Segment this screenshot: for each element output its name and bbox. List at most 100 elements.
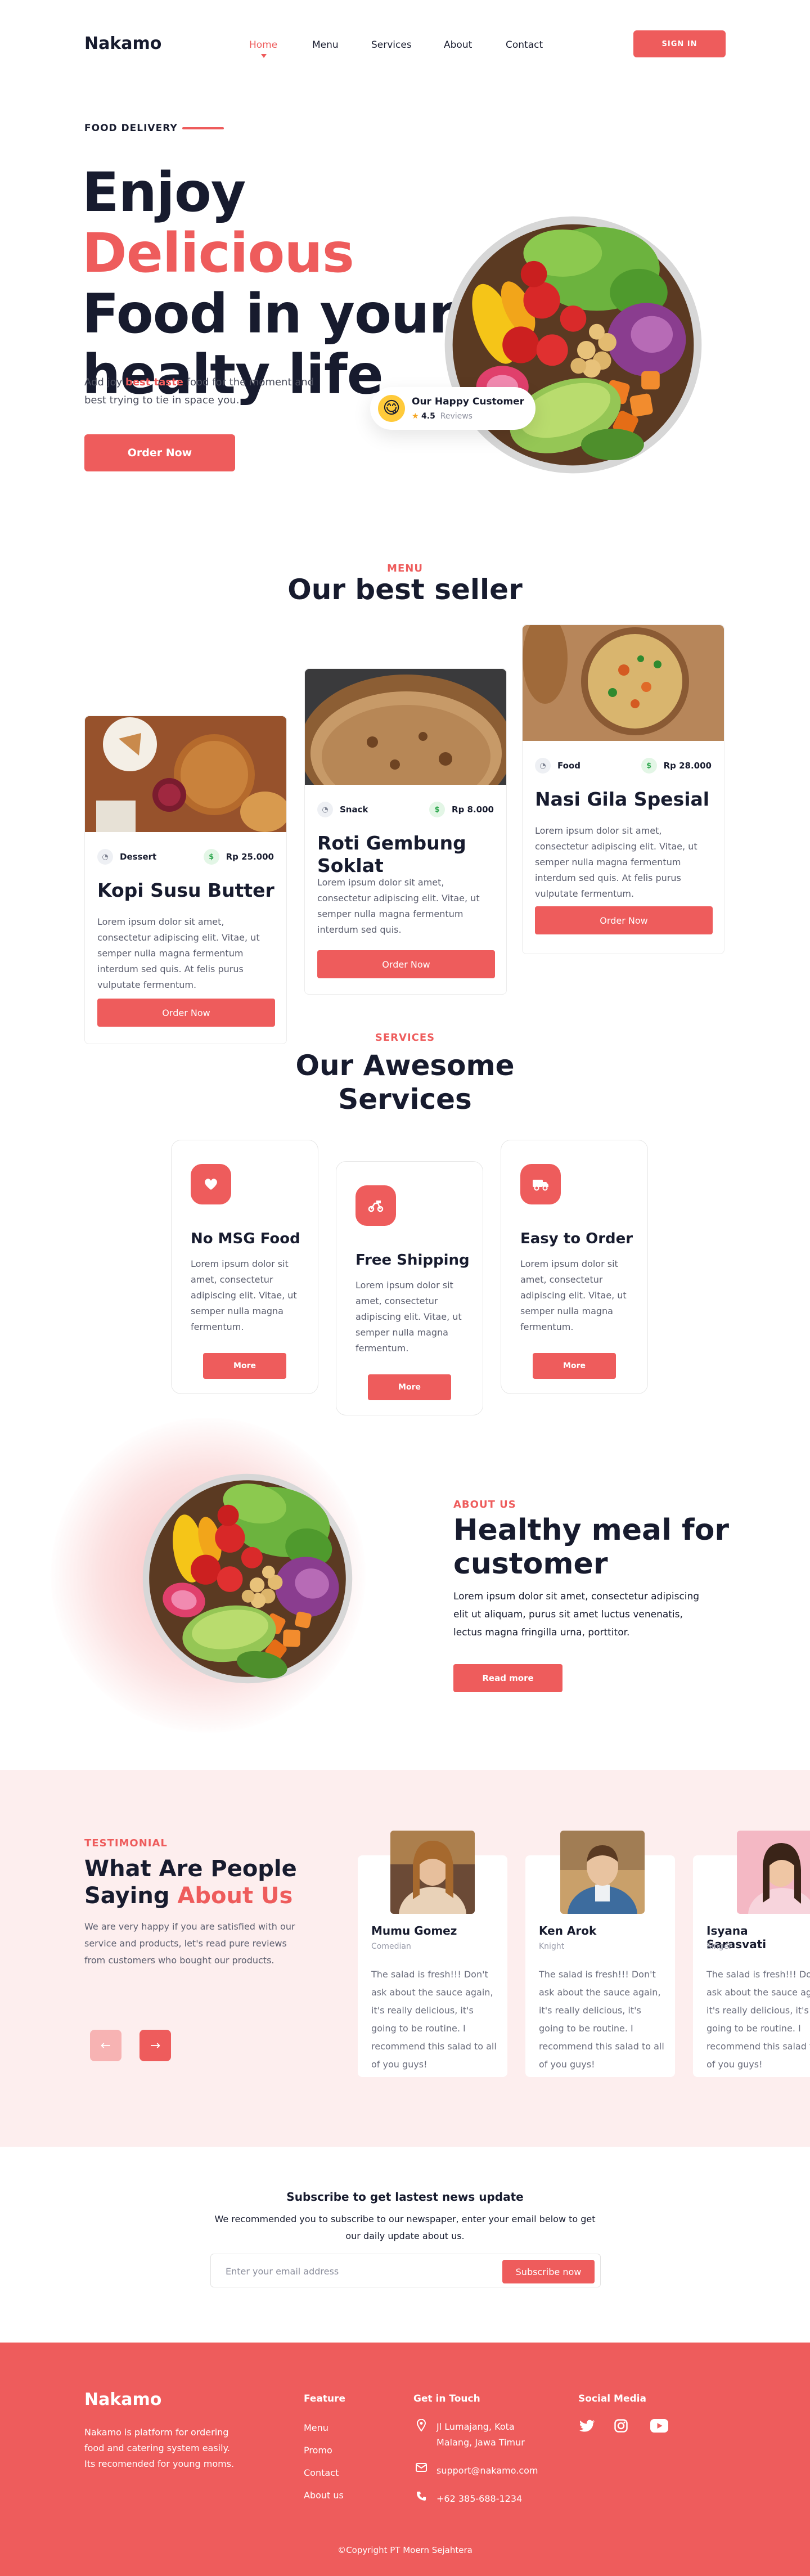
testimonial-card-partial: Isyana Sarasvati Singer The salad is fre… — [693, 1831, 810, 2077]
footer-logo[interactable]: Nakamo — [84, 2390, 161, 2409]
footer-feature-title: Feature — [304, 2393, 346, 2404]
about-description: Lorem ipsum dolor sit amet, consectetur … — [453, 1591, 700, 1638]
avatar — [560, 1831, 645, 1914]
next-arrow-button[interactable]: → — [140, 2030, 171, 2061]
eyebrow-divider — [182, 127, 224, 129]
testimonial-title: What Are People Saying About Us — [84, 1855, 321, 1909]
subscribe-button[interactable]: Subscribe now — [502, 2260, 595, 2283]
rating-label: Reviews — [440, 412, 472, 421]
testimonial-role: Singer — [706, 1942, 732, 1951]
order-now-button[interactable]: Order Now — [317, 950, 495, 978]
service-card-free-shipping: Free Shipping Lorem ipsum dolor sit amet… — [336, 1161, 483, 1415]
testimonial-card: Ken Arok Knight The salad is fresh!!! Do… — [525, 1831, 675, 2077]
category-icon: ◔ — [97, 849, 113, 865]
menu-category-label: Dessert — [120, 852, 157, 862]
menu-item-name: Roti Gembung Soklat — [317, 832, 466, 876]
money-icon: $ — [429, 802, 446, 817]
testimonial-name: Mumu Gomez — [371, 1924, 457, 1937]
footer-link-about[interactable]: About us — [304, 2490, 344, 2501]
hero-order-now-button[interactable]: Order Now — [84, 434, 235, 471]
nav-about[interactable]: About — [444, 39, 472, 51]
hero-description: Add joy best taste food for the moment a… — [84, 374, 321, 410]
star-icon: ★ — [412, 412, 419, 421]
phone-text: +62 385-688-1234 — [436, 2493, 523, 2504]
footer-link-contact[interactable]: Contact — [304, 2467, 339, 2478]
menu-price-label: Rp 8.000 — [452, 804, 494, 815]
happy-customer-card: 😋 Our Happy Customer ★ 4.5 Reviews — [370, 387, 536, 430]
nav-menu[interactable]: Menu — [312, 39, 339, 51]
testimonial-quote: The salad is fresh!!! Don't ask about th… — [706, 1969, 810, 2070]
menu-card-kopi-susu-butter: ◔ Dessert $ Rp 25.000 Kopi Susu Butter Lor… — [84, 716, 287, 1044]
testimonial-name: Ken Arok — [539, 1924, 597, 1937]
service-description: Lorem ipsum dolor sit amet, consectetur … — [520, 1258, 627, 1332]
menu-card-price: $ Rp 25.000 — [203, 849, 274, 865]
email-text: support@nakamo.com — [436, 2465, 538, 2476]
footer-address: Jl Lumajang, Kota Malang, Jawa Timur — [415, 2419, 550, 2451]
testimonial-title-accent: About Us — [177, 1883, 293, 1909]
footer-link-promo[interactable]: Promo — [304, 2445, 332, 2456]
prev-arrow-button[interactable]: ← — [90, 2030, 122, 2061]
copyright: ©Copyright PT Moern Sejahtera — [338, 2545, 472, 2555]
truck-icon — [520, 1164, 561, 1204]
menu-card-tag: ◔ Food — [535, 758, 580, 774]
service-title: No MSG Food — [191, 1230, 300, 1247]
read-more-button[interactable]: Read more — [453, 1664, 562, 1692]
more-button[interactable]: More — [533, 1353, 616, 1379]
footer-email[interactable]: support@nakamo.com — [415, 2463, 538, 2479]
more-button[interactable]: More — [368, 1374, 451, 1400]
footer-phone[interactable]: +62 385-688-1234 — [415, 2491, 522, 2507]
rating-value: 4.5 — [421, 412, 435, 421]
services-eyebrow: SERVICES — [375, 1032, 435, 1044]
testimonial-role: Comedian — [371, 1942, 411, 1951]
about-eyebrow: ABOUT US — [453, 1499, 516, 1510]
sign-in-button[interactable]: SIGN IN — [633, 30, 726, 57]
hero-salad-bowl-image — [442, 214, 704, 476]
order-now-button[interactable]: Order Now — [97, 999, 275, 1027]
menu-price-label: Rp 28.000 — [663, 761, 712, 771]
services-title: Our Awesome Services — [0, 1049, 810, 1116]
menu-item-name: Nasi Gila Spesial — [535, 788, 710, 810]
nav-home[interactable]: Home — [249, 39, 277, 51]
more-button[interactable]: More — [203, 1353, 286, 1379]
snack-photo — [305, 669, 506, 785]
nav-active-indicator — [261, 54, 267, 58]
menu-card-tag: ◔ Dessert — [97, 849, 156, 865]
bread-image — [305, 669, 506, 785]
menu-card-price: $ Rp 8.000 — [429, 802, 494, 817]
service-title: Free Shipping — [356, 1252, 470, 1269]
menu-item-description: Lorem ipsum dolor sit amet, consectetur … — [97, 916, 260, 990]
mail-icon — [415, 2463, 428, 2479]
about-title: Healthy meal for customer — [453, 1513, 730, 1581]
category-icon: ◔ — [317, 802, 333, 817]
menu-card-price: $ Rp 28.000 — [641, 758, 712, 774]
service-title: Easy to Order — [520, 1230, 633, 1247]
dessert-image — [85, 716, 286, 832]
happy-customer-rating: ★ 4.5 Reviews — [412, 412, 472, 421]
email-input[interactable] — [217, 2259, 498, 2283]
subscribe-form: Subscribe now — [210, 2254, 601, 2287]
money-icon: $ — [203, 849, 219, 865]
order-now-button[interactable]: Order Now — [535, 906, 713, 934]
instagram-icon[interactable] — [611, 2417, 631, 2435]
twitter-icon[interactable] — [577, 2417, 597, 2435]
brand-logo[interactable]: Nakamo — [84, 34, 161, 53]
menu-card-roti-gembung-soklat: ◔ Snack $ Rp 8.000 Roti Gembung Soklat Lor… — [304, 668, 507, 995]
nav-contact[interactable]: Contact — [506, 39, 543, 51]
heart-icon — [191, 1164, 231, 1204]
menu-card-nasi-gila-spesial: ◔ Food $ Rp 28.000 Nasi Gila Spesial Lorem… — [522, 624, 724, 954]
happy-customer-title: Our Happy Customer — [412, 396, 525, 407]
testimonial-description: We are very happy if you are satisfied w… — [84, 1921, 295, 1966]
scooter-icon — [356, 1185, 396, 1226]
subscribe-description: We recommended you to subscribe to our n… — [214, 2214, 596, 2241]
youtube-icon[interactable] — [648, 2417, 670, 2435]
menu-item-name: Kopi Susu Butter — [97, 879, 274, 901]
address-text: Jl Lumajang, Kota Malang, Jawa Timur — [436, 2421, 525, 2448]
about-salad-bowl-image — [121, 1452, 375, 1706]
footer-link-menu[interactable]: Menu — [304, 2422, 328, 2433]
rice-image — [523, 625, 724, 741]
service-card-no-msg: No MSG Food Lorem ipsum dolor sit amet, … — [171, 1140, 318, 1394]
menu-item-description: Lorem ipsum dolor sit amet, consectetur … — [535, 825, 698, 899]
nav-services[interactable]: Services — [371, 39, 412, 51]
menu-price-label: Rp 25.000 — [226, 852, 274, 862]
testimonial-card: Mumu Gomez Comedian The salad is fresh!!… — [358, 1831, 507, 2077]
